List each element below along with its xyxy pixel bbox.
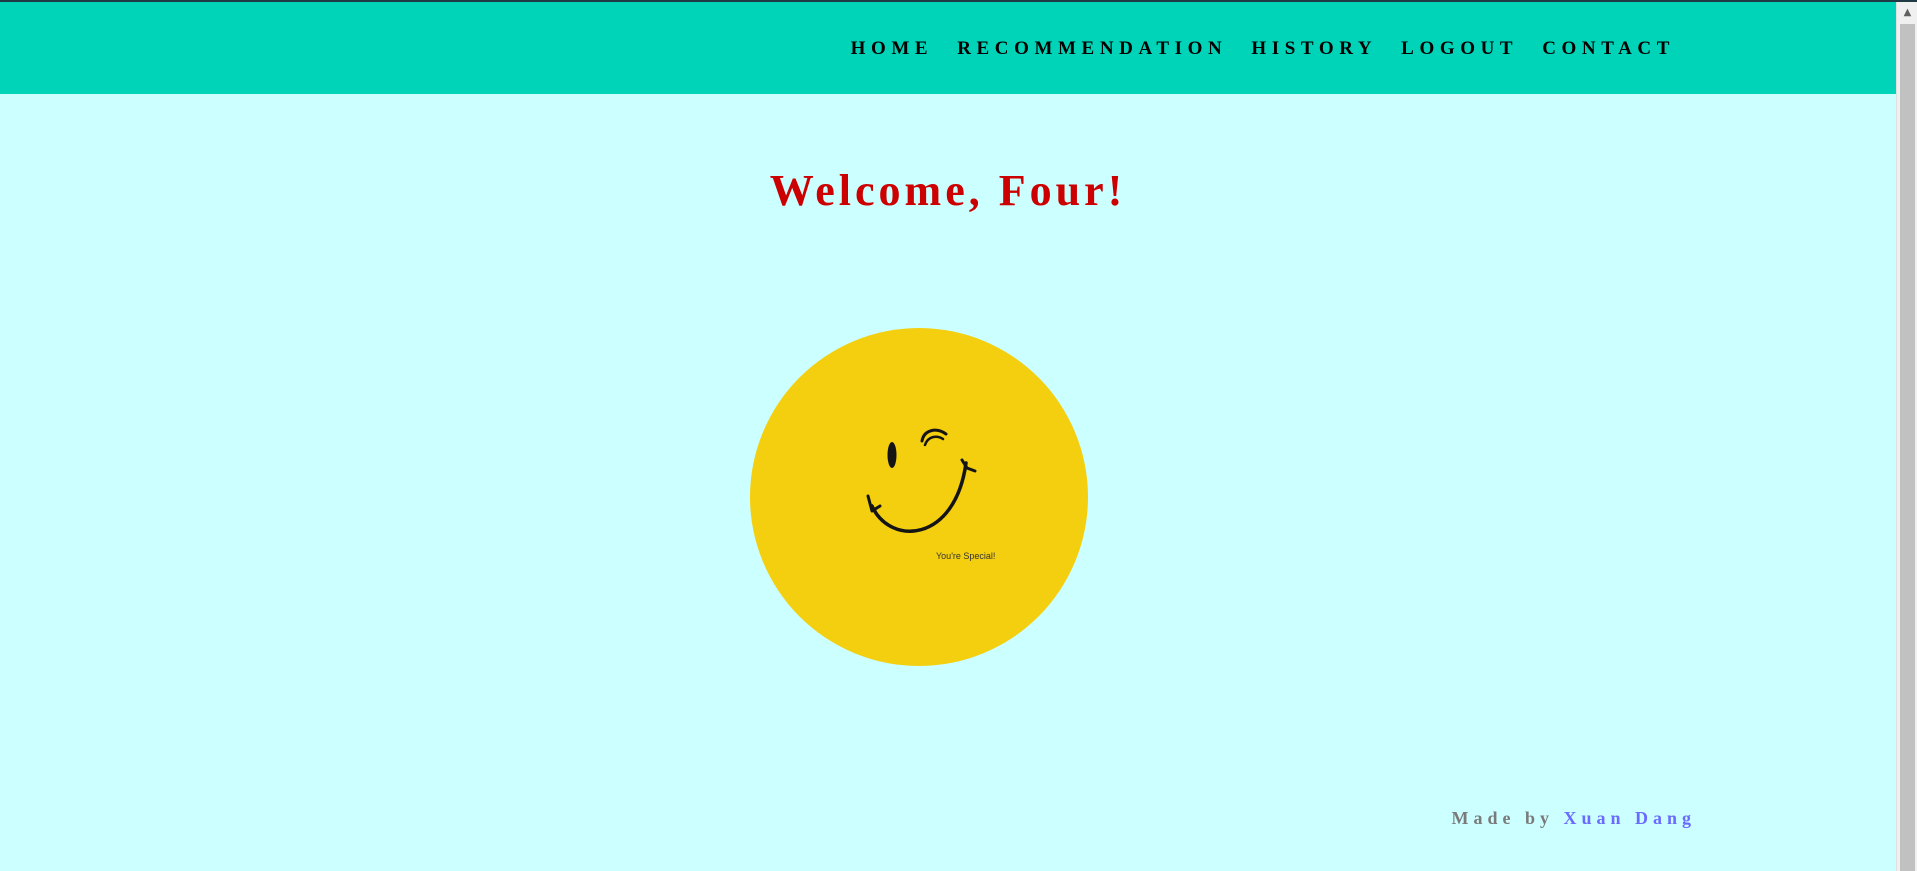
nav-history-link[interactable]: HISTORY (1251, 38, 1377, 60)
vertical-scrollbar[interactable]: ▲ (1896, 2, 1917, 871)
nav-menu: HOME RECOMMENDATION HISTORY LOGOUT CONTA… (827, 38, 1675, 60)
welcome-heading: Welcome, Four! (769, 166, 1127, 215)
nav-recommendation-link[interactable]: RECOMMENDATION (957, 38, 1227, 60)
smiley-left-eye (887, 442, 897, 468)
nav-home-link[interactable]: HOME (851, 38, 934, 60)
smiley-caption: You're Special! (936, 551, 995, 561)
smiley-face (750, 328, 1088, 666)
scrollbar-thumb[interactable] (1900, 24, 1915, 871)
footer-made-by-label: Made by (1451, 808, 1564, 828)
footer-credit: Made by Xuan Dang (1451, 808, 1696, 829)
nav-logout-link[interactable]: LOGOUT (1401, 38, 1518, 60)
footer-author-link[interactable]: Xuan Dang (1563, 808, 1696, 828)
winking-smiley-icon: You're Special! (750, 328, 1088, 666)
nav-contact-link[interactable]: CONTACT (1542, 38, 1675, 60)
smiley-image: You're Special! (750, 328, 1088, 666)
scroll-up-arrow-icon[interactable]: ▲ (1897, 2, 1917, 22)
top-navbar: HOME RECOMMENDATION HISTORY LOGOUT CONTA… (0, 2, 1896, 94)
